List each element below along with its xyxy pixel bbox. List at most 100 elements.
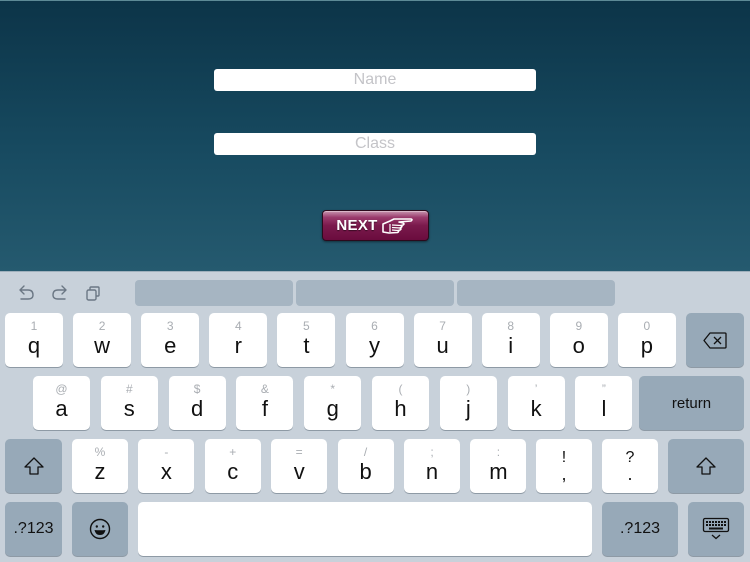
- key-char: j: [465, 396, 471, 421]
- emoji-key[interactable]: [72, 502, 128, 556]
- key-char: k: [530, 396, 542, 421]
- key-a[interactable]: @ a: [33, 376, 90, 430]
- key-alt-char: 5: [303, 319, 310, 333]
- key-x[interactable]: -x: [138, 439, 195, 493]
- key-char: w: [94, 333, 111, 358]
- name-input[interactable]: [214, 69, 536, 91]
- key-k[interactable]: ’ k: [507, 376, 565, 430]
- key-char: y: [369, 333, 380, 358]
- key-alt-char: $: [193, 382, 201, 396]
- dismiss-keyboard-key[interactable]: [688, 502, 744, 556]
- key-n[interactable]: ; n: [404, 439, 460, 493]
- prediction-slot[interactable]: [296, 280, 454, 306]
- redo-icon[interactable]: [50, 283, 70, 303]
- key-u[interactable]: 7u: [413, 313, 472, 367]
- space-bar[interactable]: [138, 502, 592, 556]
- backspace-icon: [686, 313, 744, 367]
- prediction-slot[interactable]: [135, 280, 293, 306]
- key-p[interactable]: 0p: [617, 313, 676, 367]
- key-char: g: [326, 396, 339, 421]
- key-char: q: [27, 333, 41, 358]
- key-char: x: [160, 459, 172, 484]
- key-alt-char: ”: [601, 382, 606, 396]
- key-j[interactable]: ) j: [439, 376, 497, 430]
- paste-icon[interactable]: [83, 283, 103, 303]
- key-char: b: [359, 459, 372, 484]
- shift-key-right[interactable]: [668, 439, 744, 493]
- key-w[interactable]: 2w: [73, 313, 132, 367]
- key-v[interactable]: = v: [271, 439, 328, 493]
- key-o[interactable]: 9o: [549, 313, 608, 367]
- key-g[interactable]: * g: [304, 376, 362, 430]
- pointing-hand-icon: [381, 217, 415, 235]
- key-char: a: [55, 396, 68, 421]
- next-button[interactable]: NEXT: [322, 210, 429, 241]
- key-bottom-char: ,: [561, 464, 567, 484]
- key-c[interactable]: + c: [204, 439, 261, 493]
- key-exclamation-comma[interactable]: ! ,: [536, 439, 592, 493]
- key-m[interactable]: :m: [470, 439, 527, 493]
- key-alt-char: (: [398, 382, 403, 396]
- key-d[interactable]: $ d: [168, 376, 226, 430]
- key-char: z: [94, 459, 106, 484]
- key-s[interactable]: # s: [100, 376, 158, 430]
- key-b[interactable]: / b: [337, 439, 394, 493]
- key-l[interactable]: ” l: [575, 376, 633, 430]
- key-alt-char: %: [94, 445, 106, 459]
- prediction-slot[interactable]: [457, 280, 615, 306]
- key-char: n: [425, 459, 439, 484]
- key-alt-char: ’: [534, 382, 538, 396]
- key-bottom-char: .: [627, 464, 633, 484]
- key-alt-char: @: [55, 382, 68, 396]
- key-alt-char: =: [295, 445, 303, 459]
- key-alt-char: ;: [430, 445, 434, 459]
- key-t[interactable]: 5t: [277, 313, 336, 367]
- key-char: f: [261, 396, 268, 421]
- shift-icon: [668, 439, 744, 493]
- key-y[interactable]: 6y: [345, 313, 404, 367]
- key-char: u: [436, 333, 449, 358]
- key-char: s: [123, 396, 135, 421]
- return-key[interactable]: return: [639, 376, 744, 430]
- key-q[interactable]: 1q: [5, 313, 63, 367]
- shift-icon: [5, 439, 62, 493]
- shift-key-left[interactable]: [5, 439, 62, 493]
- key-char: h: [394, 396, 407, 421]
- numbers-key-left[interactable]: .?123: [5, 502, 62, 556]
- key-alt-char: :: [496, 445, 501, 459]
- key-alt-char: 9: [575, 319, 583, 333]
- key-alt-char: 8: [507, 319, 515, 333]
- key-char: r: [234, 333, 242, 358]
- key-char: t: [303, 333, 310, 358]
- key-char: m: [489, 459, 508, 484]
- key-alt-char: 7: [439, 319, 446, 333]
- undo-icon[interactable]: [16, 283, 36, 303]
- key-i[interactable]: 8i: [481, 313, 540, 367]
- key-char: c: [227, 459, 239, 484]
- app-screen: NEXT: [0, 0, 750, 271]
- key-alt-char: 1: [30, 319, 38, 333]
- key-alt-char: #: [125, 382, 133, 396]
- class-input[interactable]: [214, 133, 536, 155]
- key-alt-char: /: [363, 445, 368, 459]
- key-e[interactable]: 3e: [141, 313, 200, 367]
- key-alt-char: 0: [643, 319, 651, 333]
- key-char: o: [572, 333, 585, 358]
- key-alt-char: +: [229, 445, 237, 459]
- key-h[interactable]: (h: [372, 376, 429, 430]
- numbers-key-label: .?123: [619, 520, 661, 537]
- key-alt-char: ): [466, 382, 471, 396]
- key-question-period[interactable]: ? .: [602, 439, 658, 493]
- return-key-label: return: [671, 394, 712, 412]
- delete-key[interactable]: [686, 313, 744, 367]
- key-f[interactable]: & f: [236, 376, 294, 430]
- numbers-key-label: .?123: [13, 520, 54, 537]
- key-z[interactable]: % z: [72, 439, 128, 493]
- key-char: d: [190, 396, 204, 421]
- key-r[interactable]: 4r: [209, 313, 268, 367]
- space-bar-label: [138, 502, 592, 556]
- onscreen-keyboard: 1q2w3e4r5t6y7u8i9o0p @ a # s $ d & f * g(h) j’ k” l …: [0, 271, 750, 562]
- next-button-label: NEXT: [336, 217, 378, 234]
- numbers-key-right[interactable]: .?123: [602, 502, 678, 556]
- key-alt-char: 4: [234, 319, 242, 333]
